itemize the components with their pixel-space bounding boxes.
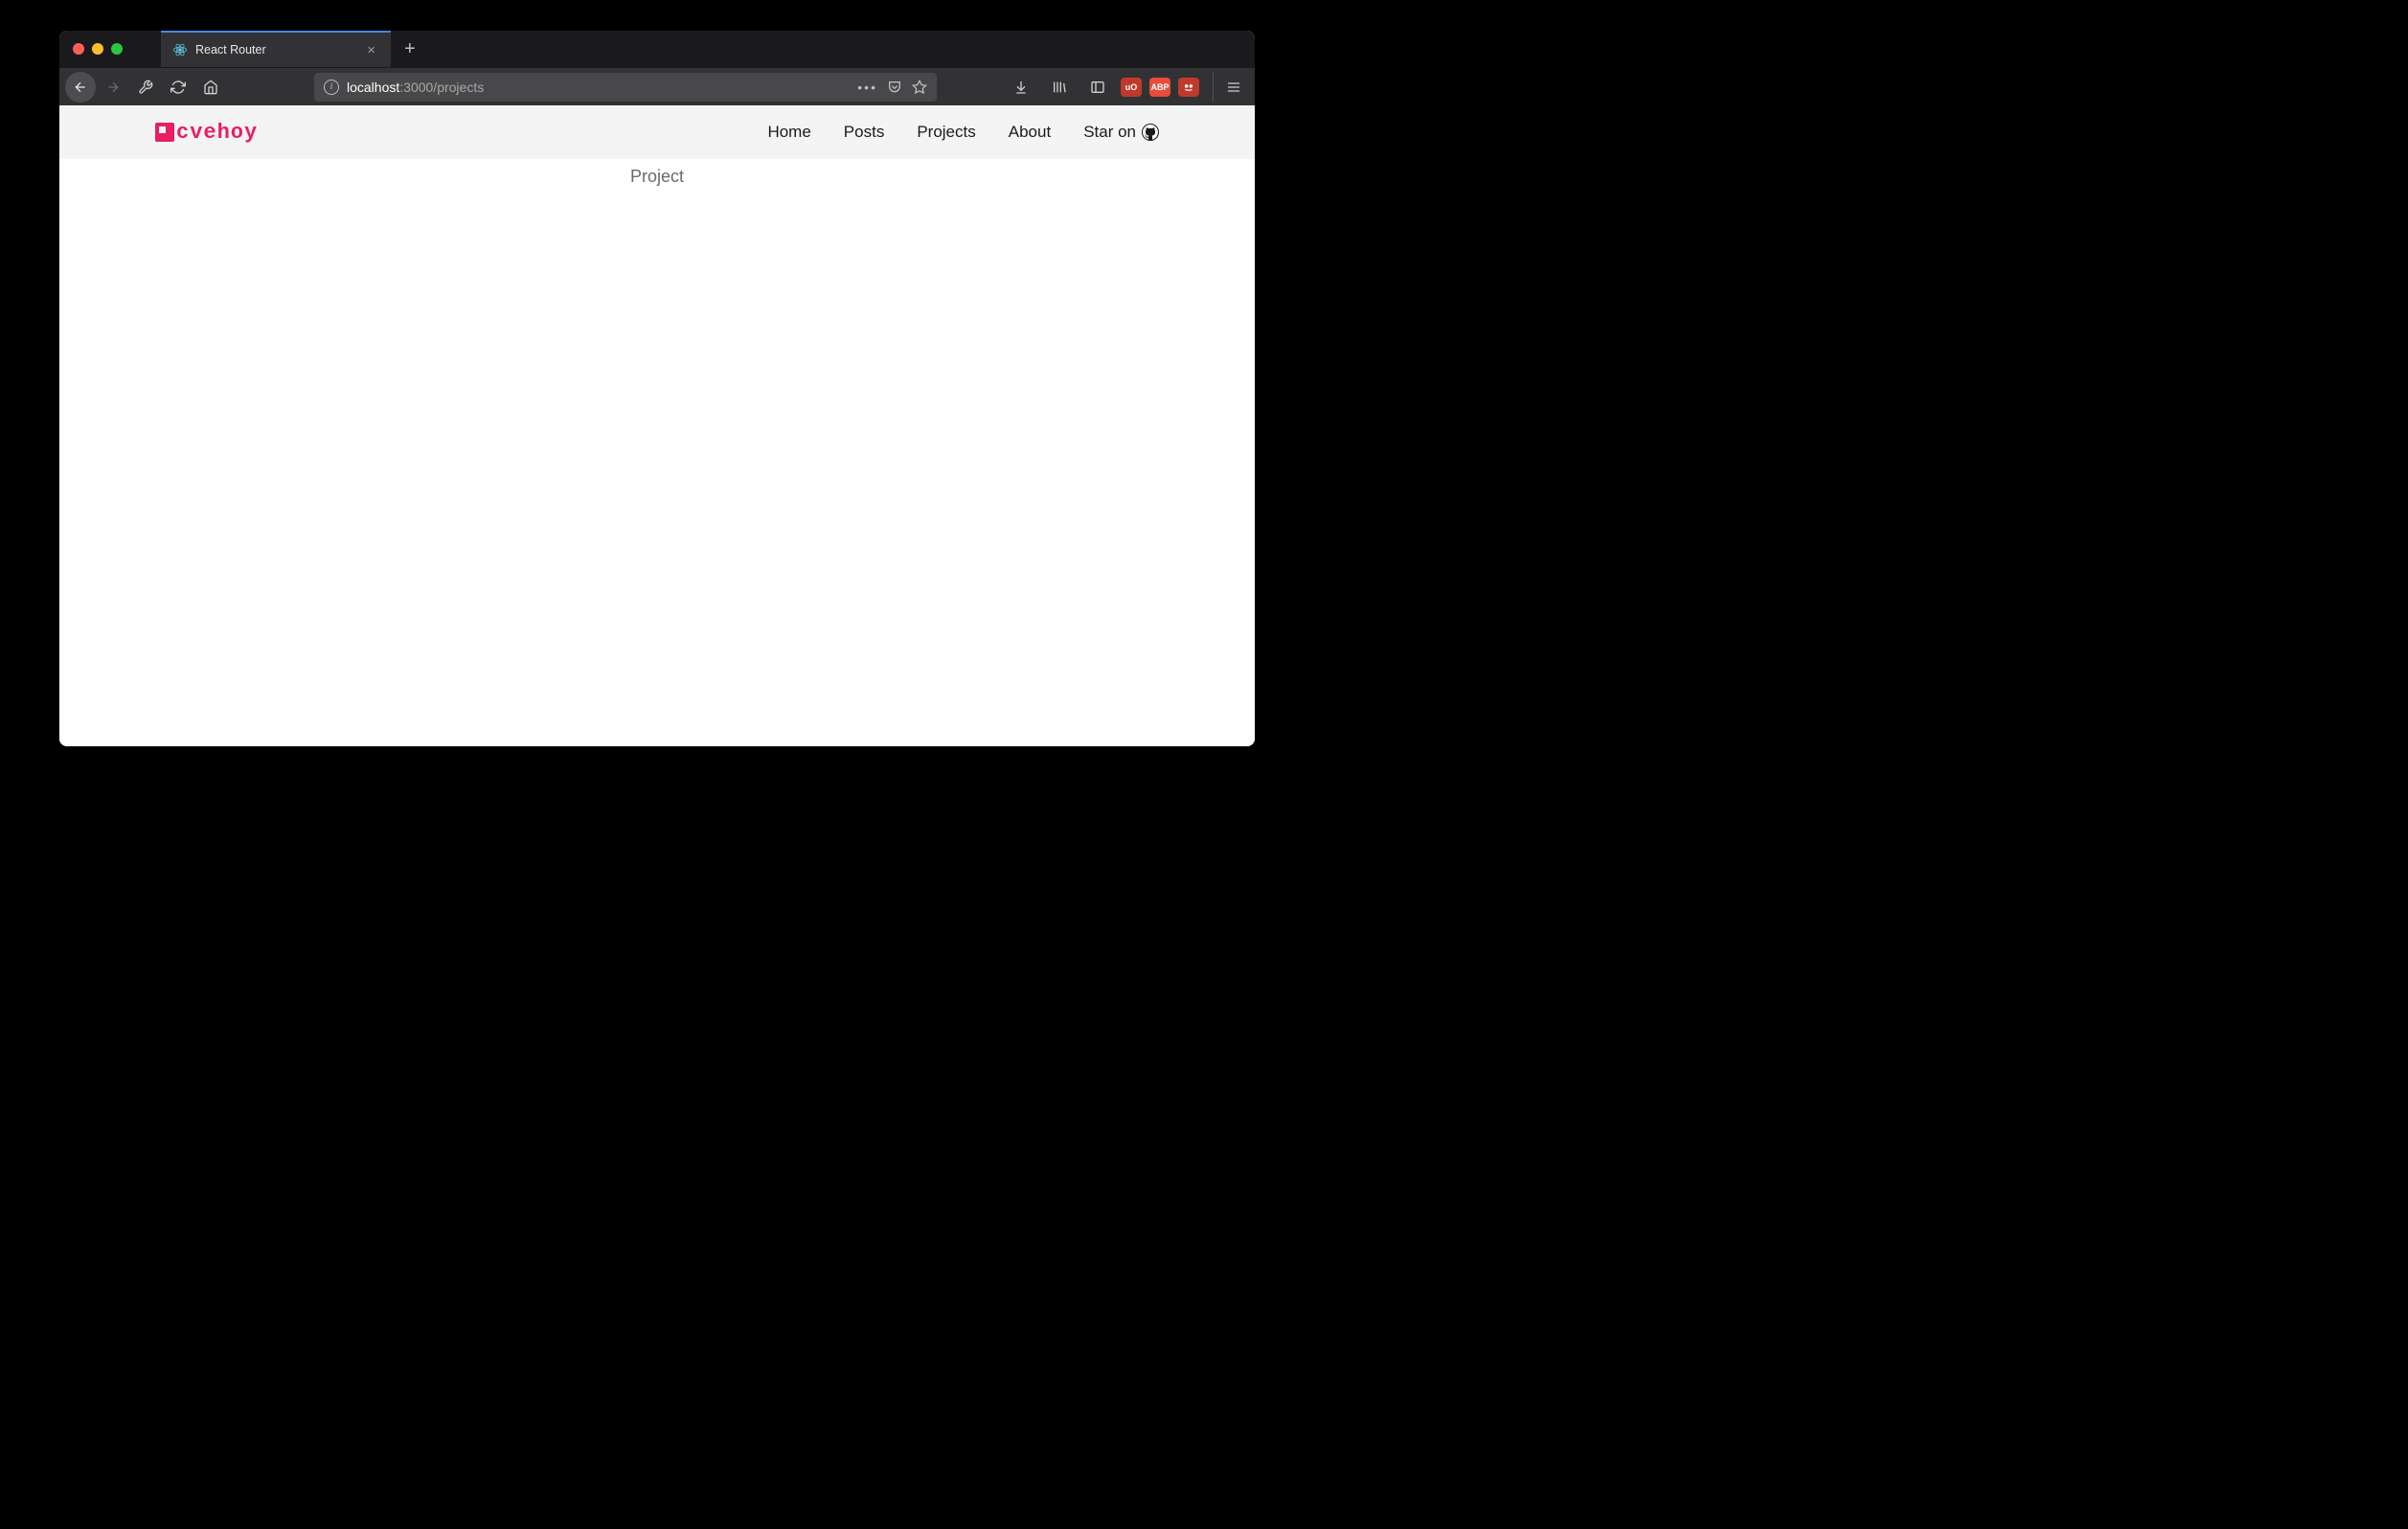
window-controls	[59, 43, 123, 55]
nav-about[interactable]: About	[1009, 123, 1051, 142]
new-tab-button[interactable]: +	[391, 39, 429, 58]
back-button[interactable]	[65, 72, 96, 103]
library-button[interactable]	[1044, 72, 1075, 103]
site-header: cvehoy Home Posts Projects About Star on	[59, 105, 1255, 159]
site-logo[interactable]: cvehoy	[155, 121, 258, 145]
logo-text: cvehoy	[176, 121, 258, 145]
url-path: :3000/projects	[399, 80, 484, 95]
nav-star-on[interactable]: Star on	[1083, 123, 1159, 142]
home-button[interactable]	[195, 72, 226, 103]
bookmark-star-icon[interactable]	[912, 80, 927, 95]
nav-projects[interactable]: Projects	[917, 123, 975, 142]
page-content: cvehoy Home Posts Projects About Star on…	[59, 105, 1255, 746]
url-host: localhost	[347, 80, 399, 95]
sidebar-button[interactable]	[1082, 72, 1113, 103]
adblock-extension-icon[interactable]: ABP	[1149, 78, 1170, 97]
site-nav: Home Posts Projects About Star on	[767, 123, 1159, 142]
menu-button[interactable]	[1213, 72, 1245, 103]
pocket-icon[interactable]	[887, 80, 902, 95]
url-text: localhost:3000/projects	[347, 80, 484, 95]
nav-star-label: Star on	[1083, 123, 1136, 142]
more-icon[interactable]: •••	[857, 80, 877, 95]
downloads-button[interactable]	[1006, 72, 1036, 103]
ublock-extension-icon[interactable]: uO	[1121, 78, 1142, 97]
forward-button[interactable]	[98, 72, 128, 103]
logo-icon	[155, 123, 174, 142]
window-maximize-button[interactable]	[111, 43, 123, 55]
react-icon	[172, 42, 188, 57]
reload-button[interactable]	[163, 72, 193, 103]
toolbar-right: uO ABP	[1006, 72, 1249, 103]
tab-title: React Router	[195, 43, 357, 57]
url-bar[interactable]: i localhost:3000/projects •••	[314, 73, 937, 102]
browser-window: React Router × + i localhost:3000/projec…	[59, 31, 1255, 746]
titlebar: React Router × +	[59, 31, 1255, 67]
github-icon	[1142, 124, 1159, 141]
page-title: Project	[59, 167, 1255, 187]
browser-tab[interactable]: React Router ×	[161, 31, 391, 67]
info-icon[interactable]: i	[324, 80, 339, 95]
nav-posts[interactable]: Posts	[844, 123, 885, 142]
page-body: Project	[59, 159, 1255, 187]
nav-home[interactable]: Home	[767, 123, 810, 142]
window-close-button[interactable]	[73, 43, 84, 55]
toolbar: i localhost:3000/projects •••	[59, 67, 1255, 105]
window-minimize-button[interactable]	[92, 43, 103, 55]
tampermonkey-extension-icon[interactable]	[1178, 78, 1199, 97]
tab-close-button[interactable]: ×	[365, 42, 377, 58]
devtools-button[interactable]	[130, 72, 161, 103]
